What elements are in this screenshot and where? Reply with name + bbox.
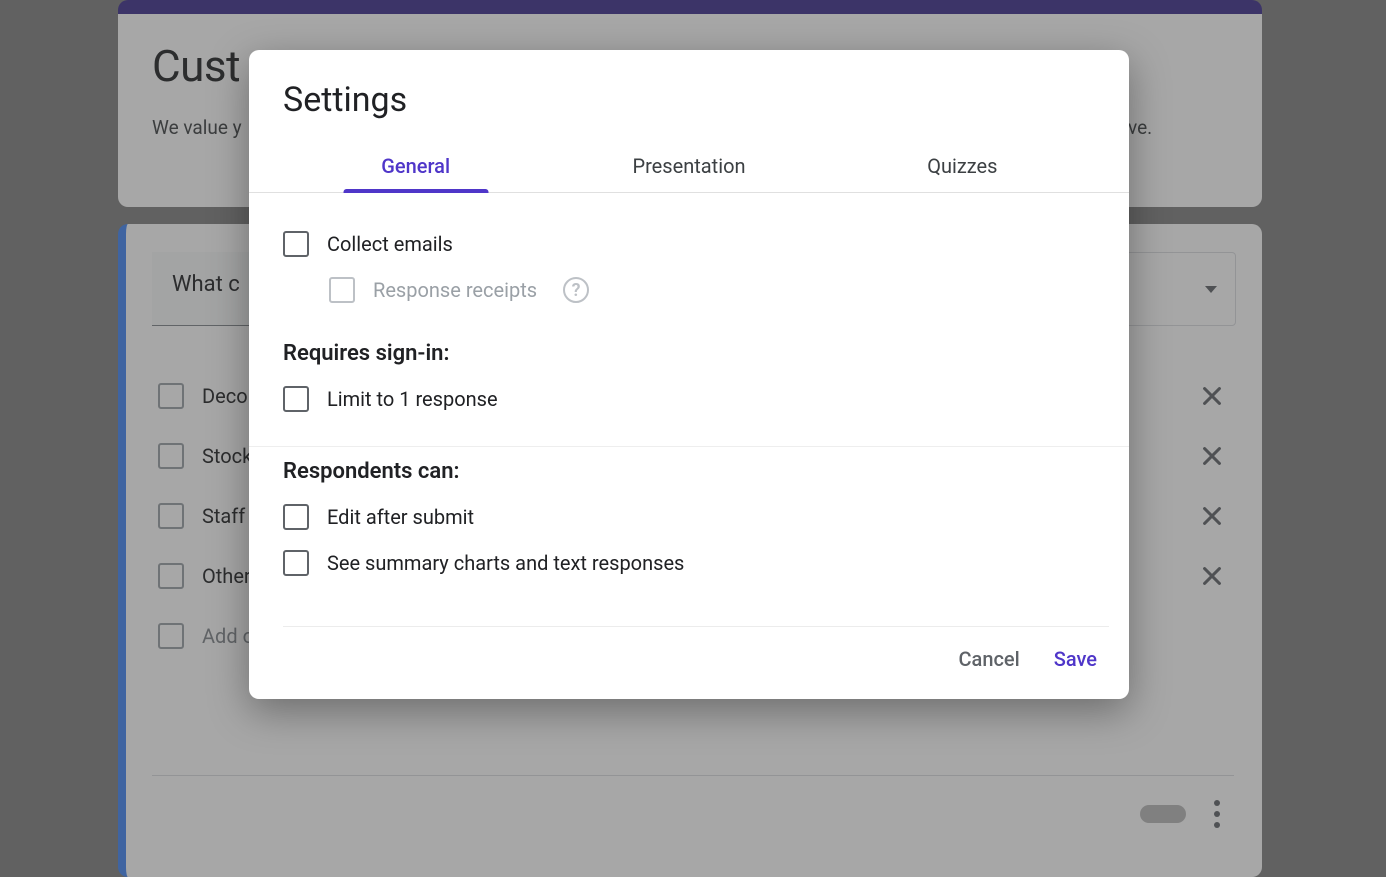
section-divider	[249, 446, 1129, 447]
checkbox-icon[interactable]	[283, 504, 309, 530]
requires-sign-in-heading: Requires sign-in:	[283, 341, 1095, 366]
checkbox-icon	[329, 277, 355, 303]
response-receipts-row: Response receipts ?	[283, 267, 1095, 313]
respondents-can-heading: Respondents can:	[283, 459, 1095, 484]
see-summary-label: See summary charts and text responses	[327, 551, 684, 575]
help-icon[interactable]: ?	[563, 277, 589, 303]
checkbox-icon[interactable]	[283, 231, 309, 257]
see-summary-row[interactable]: See summary charts and text responses	[283, 540, 1095, 586]
limit-response-row[interactable]: Limit to 1 response	[283, 376, 1095, 422]
save-button[interactable]: Save	[1054, 647, 1097, 671]
collect-emails-label: Collect emails	[327, 232, 453, 256]
limit-response-label: Limit to 1 response	[327, 387, 498, 411]
tab-general[interactable]: General	[279, 140, 552, 192]
dialog-actions: Cancel Save	[283, 626, 1109, 695]
response-receipts-label: Response receipts	[373, 278, 537, 302]
cancel-button[interactable]: Cancel	[959, 647, 1020, 671]
dialog-title: Settings	[249, 50, 1129, 140]
dialog-body: Collect emails Response receipts ? Requi…	[249, 193, 1129, 606]
collect-emails-row[interactable]: Collect emails	[283, 221, 1095, 267]
tab-presentation[interactable]: Presentation	[552, 140, 825, 192]
edit-after-submit-row[interactable]: Edit after submit	[283, 494, 1095, 540]
edit-after-submit-label: Edit after submit	[327, 505, 474, 529]
checkbox-icon[interactable]	[283, 386, 309, 412]
settings-tabs: General Presentation Quizzes	[249, 140, 1129, 193]
tab-quizzes[interactable]: Quizzes	[826, 140, 1099, 192]
settings-dialog: Settings General Presentation Quizzes Co…	[249, 50, 1129, 699]
checkbox-icon[interactable]	[283, 550, 309, 576]
